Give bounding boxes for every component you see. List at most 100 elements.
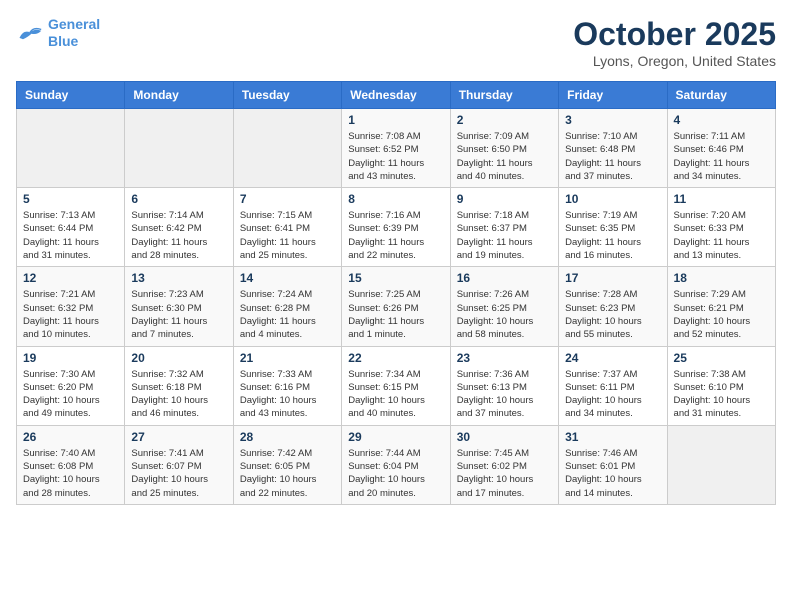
day-number: 30 — [457, 430, 552, 444]
day-number: 18 — [674, 271, 769, 285]
day-info: Sunrise: 7:40 AM Sunset: 6:08 PM Dayligh… — [23, 447, 118, 500]
calendar-day-cell: 20 Sunrise: 7:32 AM Sunset: 6:18 PM Dayli… — [125, 346, 233, 425]
day-number: 16 — [457, 271, 552, 285]
day-info: Sunrise: 7:42 AM Sunset: 6:05 PM Dayligh… — [240, 447, 335, 500]
day-number: 25 — [674, 351, 769, 365]
calendar-week-row: 5 Sunrise: 7:13 AM Sunset: 6:44 PM Daylig… — [17, 188, 776, 267]
logo-text: General Blue — [48, 16, 100, 50]
day-number: 31 — [565, 430, 660, 444]
day-info: Sunrise: 7:16 AM Sunset: 6:39 PM Dayligh… — [348, 209, 443, 262]
calendar-day-cell — [233, 109, 341, 188]
day-info: Sunrise: 7:13 AM Sunset: 6:44 PM Dayligh… — [23, 209, 118, 262]
calendar-day-cell: 10Sunrise: 7:19 AM Sunset: 6:35 PM Dayli… — [559, 188, 667, 267]
calendar-week-row: 1Sunrise: 7:08 AM Sunset: 6:52 PM Daylig… — [17, 109, 776, 188]
calendar-header-wednesday: Wednesday — [342, 82, 450, 109]
day-info: Sunrise: 7:14 AM Sunset: 6:42 PM Dayligh… — [131, 209, 226, 262]
calendar-day-cell: 6 Sunrise: 7:14 AM Sunset: 6:42 PM Daylig… — [125, 188, 233, 267]
calendar-day-cell: 27Sunrise: 7:41 AM Sunset: 6:07 PM Dayli… — [125, 425, 233, 504]
calendar-header-sunday: Sunday — [17, 82, 125, 109]
calendar-day-cell: 18Sunrise: 7:29 AM Sunset: 6:21 PM Dayli… — [667, 267, 775, 346]
day-info: Sunrise: 7:19 AM Sunset: 6:35 PM Dayligh… — [565, 209, 660, 262]
day-number: 15 — [348, 271, 443, 285]
calendar-header-tuesday: Tuesday — [233, 82, 341, 109]
calendar-header-thursday: Thursday — [450, 82, 558, 109]
day-number: 6 — [131, 192, 226, 206]
calendar-day-cell: 8 Sunrise: 7:16 AM Sunset: 6:39 PM Daylig… — [342, 188, 450, 267]
calendar-day-cell: 19 Sunrise: 7:30 AM Sunset: 6:20 PM Dayli… — [17, 346, 125, 425]
day-info: Sunrise: 7:44 AM Sunset: 6:04 PM Dayligh… — [348, 447, 443, 500]
day-info: Sunrise: 7:34 AM Sunset: 6:15 PM Dayligh… — [348, 368, 443, 421]
calendar-header-saturday: Saturday — [667, 82, 775, 109]
calendar-day-cell: 7 Sunrise: 7:15 AM Sunset: 6:41 PM Daylig… — [233, 188, 341, 267]
calendar-day-cell: 24 Sunrise: 7:37 AM Sunset: 6:11 PM Dayli… — [559, 346, 667, 425]
month-title: October 2025 — [573, 16, 776, 53]
calendar-table: SundayMondayTuesdayWednesdayThursdayFrid… — [16, 81, 776, 505]
day-info: Sunrise: 7:26 AM Sunset: 6:25 PM Dayligh… — [457, 288, 552, 341]
day-info: Sunrise: 7:46 AM Sunset: 6:01 PM Dayligh… — [565, 447, 660, 500]
day-info: Sunrise: 7:36 AM Sunset: 6:13 PM Dayligh… — [457, 368, 552, 421]
day-number: 14 — [240, 271, 335, 285]
day-number: 5 — [23, 192, 118, 206]
day-info: Sunrise: 7:38 AM Sunset: 6:10 PM Dayligh… — [674, 368, 769, 421]
day-number: 2 — [457, 113, 552, 127]
calendar-day-cell — [125, 109, 233, 188]
day-number: 1 — [348, 113, 443, 127]
calendar-day-cell: 9Sunrise: 7:18 AM Sunset: 6:37 PM Daylig… — [450, 188, 558, 267]
day-number: 20 — [131, 351, 226, 365]
calendar-header-friday: Friday — [559, 82, 667, 109]
day-info: Sunrise: 7:32 AM Sunset: 6:18 PM Dayligh… — [131, 368, 226, 421]
day-info: Sunrise: 7:18 AM Sunset: 6:37 PM Dayligh… — [457, 209, 552, 262]
day-number: 24 — [565, 351, 660, 365]
calendar-day-cell — [667, 425, 775, 504]
day-number: 13 — [131, 271, 226, 285]
day-info: Sunrise: 7:20 AM Sunset: 6:33 PM Dayligh… — [674, 209, 769, 262]
calendar-day-cell: 1Sunrise: 7:08 AM Sunset: 6:52 PM Daylig… — [342, 109, 450, 188]
day-number: 28 — [240, 430, 335, 444]
calendar-week-row: 19 Sunrise: 7:30 AM Sunset: 6:20 PM Dayli… — [17, 346, 776, 425]
day-info: Sunrise: 7:28 AM Sunset: 6:23 PM Dayligh… — [565, 288, 660, 341]
day-info: Sunrise: 7:30 AM Sunset: 6:20 PM Dayligh… — [23, 368, 118, 421]
day-number: 7 — [240, 192, 335, 206]
calendar-day-cell: 13 Sunrise: 7:23 AM Sunset: 6:30 PM Dayli… — [125, 267, 233, 346]
day-info: Sunrise: 7:15 AM Sunset: 6:41 PM Dayligh… — [240, 209, 335, 262]
calendar-day-cell: 4 Sunrise: 7:11 AM Sunset: 6:46 PM Daylig… — [667, 109, 775, 188]
calendar-day-cell: 28 Sunrise: 7:42 AM Sunset: 6:05 PM Dayli… — [233, 425, 341, 504]
calendar-day-cell: 11 Sunrise: 7:20 AM Sunset: 6:33 PM Dayli… — [667, 188, 775, 267]
calendar-day-cell: 22Sunrise: 7:34 AM Sunset: 6:15 PM Dayli… — [342, 346, 450, 425]
calendar-day-cell: 2 Sunrise: 7:09 AM Sunset: 6:50 PM Daylig… — [450, 109, 558, 188]
day-number: 11 — [674, 192, 769, 206]
calendar-day-cell: 30 Sunrise: 7:45 AM Sunset: 6:02 PM Dayli… — [450, 425, 558, 504]
calendar-day-cell: 29Sunrise: 7:44 AM Sunset: 6:04 PM Dayli… — [342, 425, 450, 504]
calendar-day-cell: 16 Sunrise: 7:26 AM Sunset: 6:25 PM Dayli… — [450, 267, 558, 346]
day-info: Sunrise: 7:25 AM Sunset: 6:26 PM Dayligh… — [348, 288, 443, 341]
day-info: Sunrise: 7:11 AM Sunset: 6:46 PM Dayligh… — [674, 130, 769, 183]
day-info: Sunrise: 7:24 AM Sunset: 6:28 PM Dayligh… — [240, 288, 335, 341]
day-info: Sunrise: 7:37 AM Sunset: 6:11 PM Dayligh… — [565, 368, 660, 421]
calendar-day-cell: 23 Sunrise: 7:36 AM Sunset: 6:13 PM Dayli… — [450, 346, 558, 425]
calendar-day-cell: 17Sunrise: 7:28 AM Sunset: 6:23 PM Dayli… — [559, 267, 667, 346]
day-number: 8 — [348, 192, 443, 206]
calendar-header-row: SundayMondayTuesdayWednesdayThursdayFrid… — [17, 82, 776, 109]
day-number: 26 — [23, 430, 118, 444]
calendar-day-cell: 14 Sunrise: 7:24 AM Sunset: 6:28 PM Dayli… — [233, 267, 341, 346]
day-info: Sunrise: 7:33 AM Sunset: 6:16 PM Dayligh… — [240, 368, 335, 421]
calendar-day-cell: 26 Sunrise: 7:40 AM Sunset: 6:08 PM Dayli… — [17, 425, 125, 504]
calendar-header-monday: Monday — [125, 82, 233, 109]
logo-bird-icon — [16, 22, 44, 44]
calendar-day-cell: 31 Sunrise: 7:46 AM Sunset: 6:01 PM Dayli… — [559, 425, 667, 504]
calendar-day-cell: 12Sunrise: 7:21 AM Sunset: 6:32 PM Dayli… — [17, 267, 125, 346]
day-info: Sunrise: 7:23 AM Sunset: 6:30 PM Dayligh… — [131, 288, 226, 341]
calendar-day-cell: 15 Sunrise: 7:25 AM Sunset: 6:26 PM Dayli… — [342, 267, 450, 346]
day-number: 19 — [23, 351, 118, 365]
calendar-day-cell — [17, 109, 125, 188]
calendar-day-cell: 3Sunrise: 7:10 AM Sunset: 6:48 PM Daylig… — [559, 109, 667, 188]
day-info: Sunrise: 7:21 AM Sunset: 6:32 PM Dayligh… — [23, 288, 118, 341]
day-number: 23 — [457, 351, 552, 365]
day-number: 21 — [240, 351, 335, 365]
page-header: General Blue October 2025 Lyons, Oregon,… — [16, 16, 776, 69]
calendar-day-cell: 25 Sunrise: 7:38 AM Sunset: 6:10 PM Dayli… — [667, 346, 775, 425]
day-info: Sunrise: 7:09 AM Sunset: 6:50 PM Dayligh… — [457, 130, 552, 183]
day-info: Sunrise: 7:45 AM Sunset: 6:02 PM Dayligh… — [457, 447, 552, 500]
day-number: 4 — [674, 113, 769, 127]
calendar-day-cell: 5 Sunrise: 7:13 AM Sunset: 6:44 PM Daylig… — [17, 188, 125, 267]
